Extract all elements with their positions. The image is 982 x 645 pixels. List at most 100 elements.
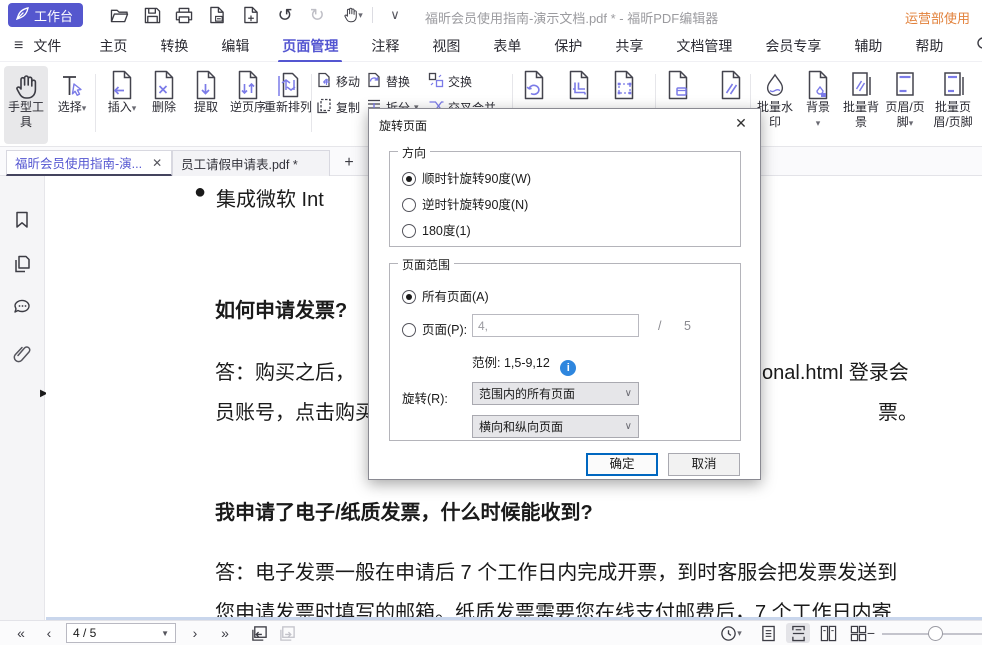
menu-home[interactable]: 主页 <box>97 30 129 62</box>
cancel-button[interactable]: 取消 <box>668 453 740 476</box>
menu-convert[interactable]: 转换 <box>158 30 190 62</box>
attachments-panel-icon[interactable] <box>12 344 34 366</box>
menu-help[interactable]: 帮助 <box>913 30 945 62</box>
bates-number-button[interactable] <box>665 70 695 102</box>
menu-page-management[interactable]: 页面管理 <box>280 30 340 62</box>
batch-background-button[interactable]: 批量背景 <box>840 66 882 130</box>
new-tab-button[interactable]: + <box>338 152 360 174</box>
facing-view-icon[interactable] <box>816 623 840 643</box>
crop-pages-button[interactable] <box>566 70 596 102</box>
undo-icon[interactable]: ↺ <box>274 4 296 26</box>
save-icon[interactable] <box>141 4 163 26</box>
workspace-button[interactable]: 工作台 <box>8 3 83 27</box>
doc-bullet-text: 集成微软 Int <box>216 183 324 212</box>
rotate-view-icon[interactable]: ▾ <box>716 624 746 642</box>
move-page-label: 移动 <box>336 73 360 90</box>
extract-page-button[interactable]: 提取 <box>184 66 228 115</box>
rotate-scope-select[interactable]: 范围内的所有页面∨ <box>472 382 639 405</box>
batch-header-footer-button[interactable]: 批量页眉/页脚 <box>928 66 978 130</box>
hand-mode-icon[interactable]: ▾ <box>338 4 368 26</box>
rotate-pages-dialog: 旋转页面 ✕ 方向 顺时针旋转90度(W) 逆时针旋转90度(N) 180度(1… <box>368 108 761 480</box>
info-icon[interactable]: i <box>560 360 576 376</box>
batch-header-footer-icon <box>928 66 978 100</box>
navigation-sidebar: ▶ <box>0 176 45 620</box>
radio-rotate-cw[interactable]: 顺时针旋转90度(W) <box>402 168 531 187</box>
select-tool-button[interactable]: 选择▾ <box>50 66 94 115</box>
comments-panel-icon[interactable] <box>12 298 34 320</box>
delete-page-label: 删除 <box>142 100 186 115</box>
radio-icon <box>402 224 416 238</box>
rearrange-label: 重新排列 <box>264 100 312 115</box>
zoom-out-icon[interactable]: − <box>864 624 878 642</box>
print-icon[interactable] <box>173 4 195 26</box>
copy-page-button[interactable]: 复制 <box>316 96 360 118</box>
page-range-legend: 页面范围 <box>398 256 454 273</box>
menu-comment[interactable]: 注释 <box>369 30 401 62</box>
extract-page-label: 提取 <box>184 100 228 115</box>
ok-button[interactable]: 确定 <box>586 453 658 476</box>
swap-page-label: 交换 <box>448 73 472 90</box>
redo-icon[interactable]: ↻ <box>306 4 328 26</box>
doc-paragraph: 您申请发票时填写的邮箱。纸质发票需要您在线支付邮费后，7 个工作日内寄 <box>215 596 892 617</box>
insert-page-button[interactable]: 插入▾ <box>100 66 144 115</box>
single-page-view-icon[interactable] <box>756 623 780 643</box>
page-range-input[interactable] <box>472 314 639 337</box>
previous-view-icon[interactable] <box>248 624 270 642</box>
menu-share[interactable]: 共享 <box>613 30 645 62</box>
radio-rotate-ccw[interactable]: 逆时针旋转90度(N) <box>402 194 528 213</box>
doc-tab-current[interactable]: 福昕会员使用指南-演... ✕ <box>6 150 172 176</box>
replace-page-button[interactable]: 替换 <box>366 70 410 92</box>
menu-accessibility[interactable]: 辅助 <box>852 30 884 62</box>
bookmarks-panel-icon[interactable] <box>12 210 34 232</box>
extract-page-icon <box>184 66 228 100</box>
menu-member[interactable]: 会员专享 <box>763 30 823 62</box>
menu-protect[interactable]: 保护 <box>552 30 584 62</box>
menu-bar: ≡ 文件 主页 转换 编辑 页面管理 注释 视图 表单 保护 共享 文档管理 会… <box>0 30 982 62</box>
next-page-icon[interactable]: › <box>186 624 204 642</box>
radio-icon <box>402 198 416 212</box>
background-button[interactable]: 背景▾ <box>798 66 838 130</box>
page-number-combo[interactable]: 4 / 5 ▼ <box>66 623 176 643</box>
menu-doc-management[interactable]: 文档管理 <box>674 30 734 62</box>
open-file-icon[interactable] <box>108 4 130 26</box>
radio-rotate-180[interactable]: 180度(1) <box>402 220 471 239</box>
resize-pages-button[interactable] <box>611 70 641 102</box>
continuous-view-icon[interactable] <box>786 623 810 643</box>
doc-heading-invoice: 如何申请发票? <box>215 294 347 323</box>
menu-file[interactable]: 文件 <box>31 30 63 62</box>
hamburger-icon[interactable]: ≡ <box>14 37 23 55</box>
new-document-icon[interactable] <box>240 4 262 26</box>
search-icon[interactable] <box>976 36 982 55</box>
toolbar-collapse-icon[interactable]: ∨ <box>384 4 406 26</box>
radio-pages[interactable]: 页面(P): <box>402 319 467 338</box>
doc-heading-delivery: 我申请了电子/纸质发票，什么时候能收到? <box>215 496 593 525</box>
prev-page-icon[interactable]: ‹ <box>40 624 58 642</box>
swap-page-button[interactable]: 交换 <box>428 70 472 92</box>
watermark-button[interactable] <box>718 70 748 102</box>
pages-panel-icon[interactable] <box>12 254 34 276</box>
menu-form[interactable]: 表单 <box>491 30 523 62</box>
page-count-total: 5 <box>684 319 691 333</box>
menu-edit[interactable]: 编辑 <box>219 30 251 62</box>
doc-tab-other[interactable]: 员工请假申请表.pdf * <box>172 150 330 176</box>
close-document-icon[interactable] <box>206 4 228 26</box>
doc-paragraph: onal.html 登录会 <box>762 356 909 385</box>
first-page-icon[interactable]: « <box>10 624 32 642</box>
dialog-close-icon[interactable]: ✕ <box>732 115 750 132</box>
delete-page-button[interactable]: 删除 <box>142 66 186 115</box>
ribbon-divider <box>311 74 312 132</box>
close-tab-icon[interactable]: ✕ <box>152 156 162 170</box>
header-footer-button[interactable]: 页眉/页脚▾ <box>884 66 926 130</box>
zoom-slider-knob[interactable] <box>928 626 943 641</box>
next-view-icon[interactable] <box>276 624 298 642</box>
window-title: 福昕会员使用指南-演示文档.pdf * - 福昕PDF编辑器 <box>425 8 718 27</box>
rotate-pages-button[interactable] <box>521 70 551 102</box>
rotate-orientation-select[interactable]: 横向和纵向页面∨ <box>472 415 639 438</box>
rearrange-button[interactable]: 重新排列 <box>264 66 312 115</box>
radio-all-pages[interactable]: 所有页面(A) <box>402 286 489 305</box>
menu-view[interactable]: 视图 <box>430 30 462 62</box>
hand-tool-button[interactable]: 手型工具 <box>4 66 48 144</box>
hand-icon <box>4 66 48 100</box>
move-page-button[interactable]: 移动 <box>316 70 360 92</box>
last-page-icon[interactable]: » <box>214 624 236 642</box>
